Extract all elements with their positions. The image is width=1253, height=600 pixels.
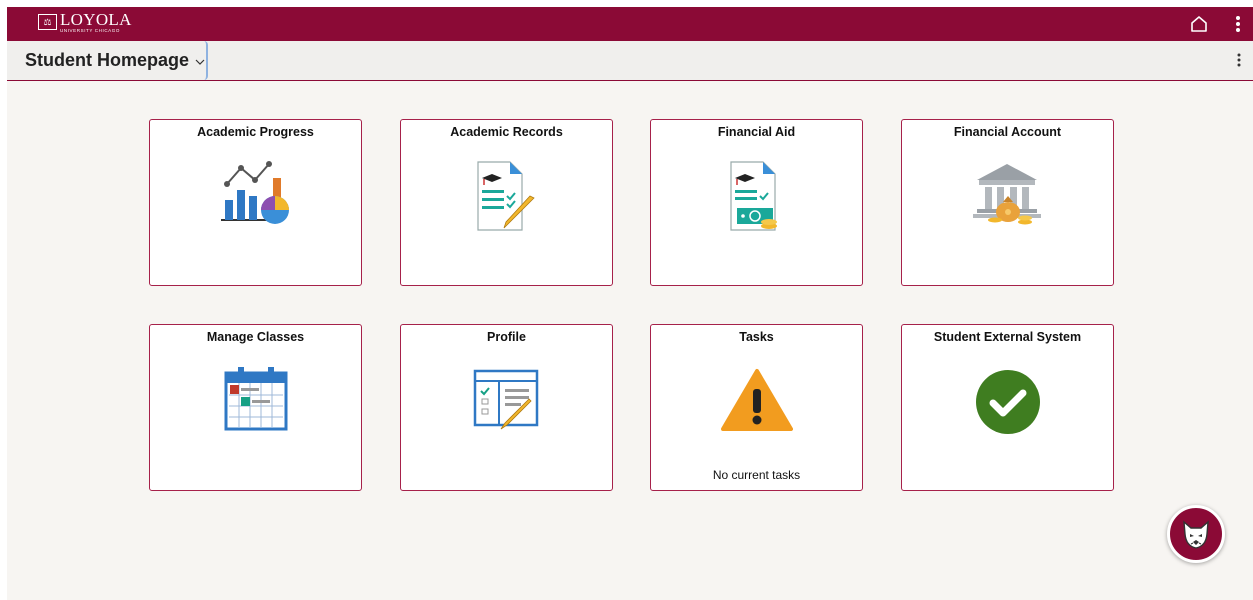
tile-academic-records[interactable]: Academic Records: [400, 119, 613, 286]
more-vertical-icon: [1237, 53, 1241, 67]
tile-title: Manage Classes: [206, 330, 305, 344]
home-button[interactable]: [1187, 12, 1211, 36]
tile-title: Financial Account: [953, 125, 1062, 139]
loyola-logo[interactable]: ⚖ LOYOLA UNIVERSITY CHICAGO: [38, 10, 132, 34]
tile-title: Tasks: [739, 330, 774, 344]
home-icon: [1191, 16, 1207, 32]
page-title: Student Homepage: [25, 50, 190, 70]
tile-manage-classes[interactable]: Manage Classes: [149, 324, 362, 491]
tile-tasks[interactable]: Tasks No current tasks: [650, 324, 863, 491]
financial-aid-icon: [729, 161, 777, 231]
logo-name: LOYOLA: [60, 10, 132, 29]
tile-profile[interactable]: Profile: [400, 324, 613, 491]
profile-icon: [473, 369, 538, 430]
records-icon: [476, 161, 535, 231]
top-bar: ⚖ LOYOLA UNIVERSITY CHICAGO: [7, 7, 1253, 41]
chat-assistant-button[interactable]: [1167, 505, 1225, 563]
calendar-icon: [224, 367, 287, 431]
seal-icon: ⚖: [38, 14, 57, 30]
tile-title: Financial Aid: [717, 125, 796, 139]
chart-icon: [220, 161, 289, 224]
chevron-down-icon: [195, 59, 205, 65]
tile-title: Academic Records: [450, 125, 563, 139]
page-menu-button[interactable]: [1231, 49, 1247, 71]
tile-student-external-system[interactable]: Student External System: [901, 324, 1114, 491]
homepage-selector[interactable]: Student Homepage: [7, 41, 208, 80]
tile-financial-account[interactable]: Financial Account: [901, 119, 1114, 286]
tasks-status-text: No current tasks: [712, 468, 801, 482]
more-vertical-icon: [1236, 16, 1240, 32]
tile-title: Student External System: [933, 330, 1082, 344]
checkmark-icon: [975, 370, 1040, 434]
tile-title: Academic Progress: [197, 125, 314, 139]
warning-icon: [720, 369, 793, 431]
page: ⚖ LOYOLA UNIVERSITY CHICAGO Student Home…: [7, 7, 1253, 600]
tile-financial-aid[interactable]: Financial Aid: [650, 119, 863, 286]
tile-title: Profile: [487, 330, 526, 344]
actions-menu-button[interactable]: [1228, 12, 1248, 36]
wolf-mascot-icon: [1183, 520, 1209, 549]
logo-subtitle: UNIVERSITY CHICAGO: [60, 28, 120, 33]
tile-academic-progress[interactable]: Academic Progress: [149, 119, 362, 286]
page-header: Student Homepage: [7, 41, 1253, 81]
bank-icon: [972, 164, 1041, 225]
